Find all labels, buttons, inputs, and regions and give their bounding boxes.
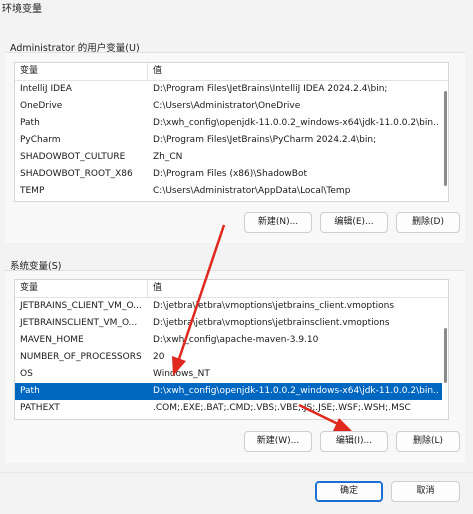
table-row[interactable]: SHADOWBOT_ROOT_X86 D:\Program Files (x86)… [15, 166, 448, 183]
user-variables-label: Administrator 的用户变量(U) [10, 43, 140, 54]
cancel-button[interactable]: 取消 [391, 481, 460, 502]
table-row[interactable]: PyCharm D:\Program Files\JetBrains\PyChar… [15, 132, 448, 149]
system-edit-button[interactable]: 编辑(I)... [320, 431, 388, 452]
scrollbar[interactable] [442, 298, 448, 419]
variable-value: D:\xwh_config\apache-maven-3.9.10 [153, 335, 319, 345]
table-row[interactable]: Path D:\xwh_config\openjdk-11.0.0.2_windo… [15, 383, 448, 400]
table-row[interactable]: TEMP C:\Users\Administrator\AppData\Local… [15, 183, 448, 200]
variable-name: OneDrive [20, 101, 63, 111]
divider [0, 472, 473, 473]
variable-name: NUMBER_OF_PROCESSORS [20, 352, 142, 362]
scrollbar-thumb[interactable] [444, 91, 447, 186]
table-header: 变量 值 [15, 63, 448, 81]
system-variables-label: 系统变量(S) [10, 261, 62, 272]
system-new-button[interactable]: 新建(W)... [244, 431, 312, 452]
variable-name: PyCharm [20, 135, 61, 145]
system-variables-table[interactable]: 变量 值 JETBRAINS_CLIENT_VM_O... D:\jetbra\j… [14, 279, 449, 420]
table-row[interactable]: JETBRAINSCLIENT_VM_O... D:\jetbra\jetbra\… [15, 315, 448, 332]
table-row[interactable]: OneDrive C:\Users\Administrator\OneDrive [15, 98, 448, 115]
variable-value: C:\Users\Administrator\OneDrive [153, 101, 301, 111]
variable-name: Path [20, 386, 40, 396]
user-variables-table[interactable]: 变量 值 IntelliJ IDEA D:\Program Files\JetBr… [14, 62, 449, 202]
variable-value: Zh_CN [153, 152, 183, 162]
variable-name: PATHEXT [20, 403, 60, 413]
system-delete-button[interactable]: 删除(L) [396, 431, 460, 452]
user-delete-button[interactable]: 删除(D) [396, 212, 460, 233]
variable-value: C:\Users\Administrator\AppData\Local\Tem… [153, 186, 351, 196]
table-row[interactable]: IntelliJ IDEA D:\Program Files\JetBrains\… [15, 81, 448, 98]
variable-value: Windows_NT [153, 369, 210, 379]
ok-button[interactable]: 确定 [315, 481, 383, 502]
variable-value: D:\jetbra\jetbra\vmoptions\jetbrains_cli… [153, 301, 395, 311]
table-row[interactable]: Path D:\xwh_config\openjdk-11.0.0.2_windo… [15, 115, 448, 132]
variable-name: SHADOWBOT_ROOT_X86 [20, 169, 133, 179]
column-header-name[interactable]: 变量 [15, 63, 148, 80]
user-variables-rows: IntelliJ IDEA D:\Program Files\JetBrains\… [15, 81, 448, 200]
variable-value: D:\xwh_config\openjdk-11.0.0.2_windows-x… [153, 386, 438, 396]
variable-name: JETBRAINSCLIENT_VM_O... [20, 318, 138, 328]
variable-name: MAVEN_HOME [20, 335, 84, 345]
variable-value: D:\Program Files\JetBrains\IntelliJ IDEA… [153, 84, 388, 94]
variable-value: D:\jetbra\jetbra\vmoptions\jetbrainsclie… [153, 318, 390, 328]
variable-name: SHADOWBOT_CULTURE [20, 152, 126, 162]
user-new-button[interactable]: 新建(N)... [244, 212, 312, 233]
table-row[interactable]: OS Windows_NT [15, 366, 448, 383]
table-row[interactable]: PATHEXT .COM;.EXE;.BAT;.CMD;.VBS;.VBE;.JS… [15, 400, 448, 417]
variable-name: OS [20, 369, 33, 379]
column-header-name[interactable]: 变量 [15, 280, 148, 297]
variable-value: D:\xwh_config\openjdk-11.0.0.2_windows-x… [153, 118, 438, 128]
window-title: 环境变量 [2, 4, 42, 15]
system-variables-rows: JETBRAINS_CLIENT_VM_O... D:\jetbra\jetbra… [15, 298, 448, 417]
table-header: 变量 值 [15, 280, 448, 298]
table-row[interactable]: NUMBER_OF_PROCESSORS 20 [15, 349, 448, 366]
scrollbar[interactable] [442, 81, 448, 201]
variable-value: .COM;.EXE;.BAT;.CMD;.VBS;.VBE;.JS;.JSE;.… [153, 403, 411, 413]
variable-name: Path [20, 118, 40, 128]
variable-value: D:\Program Files\JetBrains\PyCharm 2024.… [153, 135, 377, 145]
variable-value: 20 [153, 352, 165, 362]
table-row[interactable]: JETBRAINS_CLIENT_VM_O... D:\jetbra\jetbra… [15, 298, 448, 315]
user-edit-button[interactable]: 编辑(E)... [320, 212, 388, 233]
table-row[interactable]: MAVEN_HOME D:\xwh_config\apache-maven-3.9… [15, 332, 448, 349]
column-header-value[interactable]: 值 [148, 280, 438, 297]
table-row[interactable]: SHADOWBOT_CULTURE Zh_CN [15, 149, 448, 166]
environment-variables-dialog: 环境变量 Administrator 的用户变量(U) 变量 值 Intelli… [0, 0, 473, 514]
column-header-value[interactable]: 值 [148, 63, 438, 80]
variable-value: D:\Program Files (x86)\ShadowBot [153, 169, 307, 179]
variable-name: TEMP [20, 186, 45, 196]
variable-name: JETBRAINS_CLIENT_VM_O... [20, 301, 142, 311]
scrollbar-thumb[interactable] [444, 328, 447, 383]
variable-name: IntelliJ IDEA [20, 84, 72, 94]
